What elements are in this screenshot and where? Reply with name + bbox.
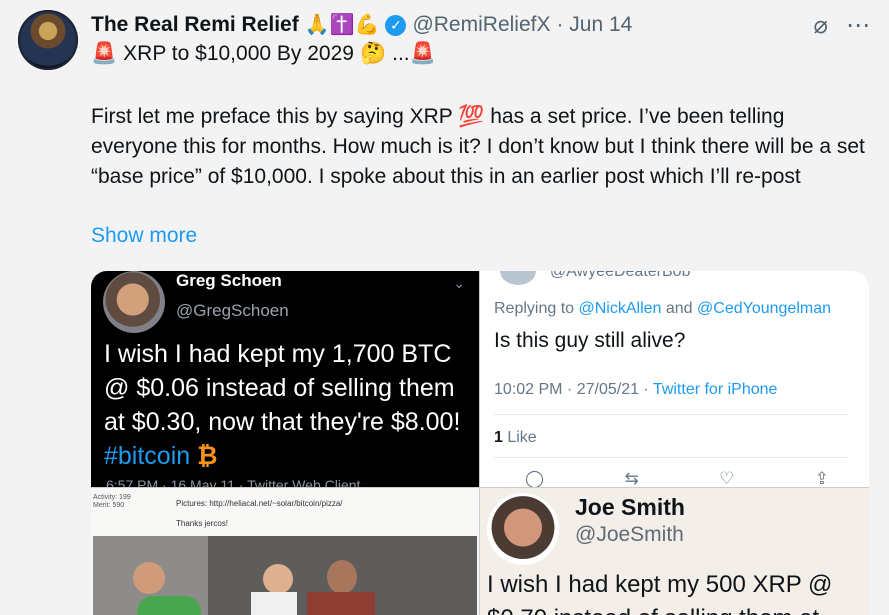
replying-prefix: Replying to <box>494 300 579 317</box>
author-avatar[interactable] <box>18 10 78 70</box>
tweet-media-grid[interactable]: Greg Schoen @GregSchoen ⌄ I wish I had k… <box>91 271 869 615</box>
reply-top-handle: @AwyeeDeaterBob <box>550 271 691 280</box>
joe-tweet-text: I wish I had kept my 500 XRP @ $0.70 ins… <box>487 571 833 615</box>
title-text: XRP to $10,000 By 2029 <box>123 42 354 65</box>
tweet-date[interactable]: · Jun 14 <box>556 13 632 37</box>
reply-time: 10:02 PM · 27/05/21 · Twitter for iPhone <box>494 381 777 399</box>
tweet-header: The Real Remi Relief 🙏✝️💪 ✓ @RemiReliefX… <box>91 10 632 40</box>
likes-label: Like <box>502 429 537 446</box>
greg-date: 6:57 PM · 16 May 11 · Twitter Web Client <box>106 477 361 487</box>
child-face <box>263 564 293 594</box>
grok-icon[interactable]: ⌀ <box>814 11 828 40</box>
greg-handle: @GregSchoen <box>176 301 289 320</box>
tweet-body: First let me preface this by saying XRP … <box>91 105 865 188</box>
show-more-link[interactable]: Show more <box>91 224 197 248</box>
forum-stats: Activity: 199 Merit: 590 <box>93 494 131 510</box>
man-face <box>327 560 357 594</box>
author-name[interactable]: The Real Remi Relief <box>91 13 299 37</box>
greg-name: Greg Schoen <box>176 271 282 290</box>
verified-badge-icon: ✓ <box>385 14 407 36</box>
media-pizza-forum[interactable]: Activity: 199 Merit: 590 Pictures: http:… <box>91 488 479 615</box>
joe-handle: @JoeSmith <box>575 523 684 546</box>
reply-source: Twitter for iPhone <box>652 381 778 398</box>
joe-name: Joe Smith <box>575 494 685 520</box>
forum-pictures-link: Pictures: http://heliacal.net/~solar/bit… <box>176 499 343 508</box>
reply-icon: ◯ <box>525 469 545 487</box>
likes-count: 1 Like <box>494 429 537 447</box>
replying-to: Replying to @NickAllen and @CedYoungelma… <box>494 300 831 318</box>
likes-number: 1 <box>494 429 503 446</box>
thinking-icon: 🤔 <box>359 42 387 65</box>
child-shirt <box>137 596 201 615</box>
mention-nickallen: @NickAllen <box>578 300 662 317</box>
forum-activity: Activity: 199 <box>93 494 131 501</box>
greg-tweet-text: I wish I had kept my 1,700 BTC @ $0.06 i… <box>104 337 476 473</box>
divider <box>494 414 849 415</box>
reply-time-text: 10:02 PM · 27/05/21 · <box>494 381 653 398</box>
tweet-title: 🚨 XRP to $10,000 By 2029 🤔 ...🚨 <box>91 42 436 66</box>
man-shirt <box>307 592 375 615</box>
greg-avatar <box>103 271 165 333</box>
bitcoin-icon: ₿ <box>197 442 218 470</box>
forum-merit: Merit: 590 <box>93 502 125 509</box>
divider <box>494 457 849 458</box>
pizza-photo <box>93 536 477 615</box>
title-suffix: ...🚨 <box>392 42 436 65</box>
retweet-icon: ⇆ <box>624 469 639 487</box>
more-options-icon[interactable]: ⋯ <box>846 11 870 40</box>
media-joe-smith[interactable]: Joe Smith @JoeSmith I wish I had kept my… <box>480 488 869 615</box>
forum-thanks: Thanks jercos! <box>176 519 229 528</box>
child-face <box>133 562 165 594</box>
replying-and: and <box>661 300 698 317</box>
heart-icon: ♡ <box>719 469 735 487</box>
author-emojis: 🙏✝️💪 <box>304 14 380 36</box>
chevron-down-icon: ⌄ <box>453 275 465 291</box>
tweet-top-actions: ⌀ ⋯ <box>814 11 870 40</box>
reply-actions: ◯ ⇆ ♡ ⇪ <box>525 469 829 487</box>
reply-text: Is this guy still alive? <box>494 329 686 352</box>
mention-cedyoungelman: @CedYoungelman <box>697 300 831 317</box>
greg-hashtag: #bitcoin <box>104 442 191 470</box>
media-reply-screenshot[interactable]: @AwyeeDeaterBob Replying to @NickAllen a… <box>480 271 869 487</box>
child-shirt <box>251 592 297 615</box>
siren-icon: 🚨 <box>91 42 118 65</box>
greg-text-plain: I wish I had kept my 1,700 BTC @ $0.06 i… <box>104 340 461 436</box>
joe-avatar <box>487 493 559 565</box>
share-icon: ⇪ <box>814 469 829 487</box>
reply-avatar <box>500 271 536 285</box>
media-greg-schoen[interactable]: Greg Schoen @GregSchoen ⌄ I wish I had k… <box>91 271 479 487</box>
author-handle[interactable]: @RemiReliefX <box>412 13 550 37</box>
